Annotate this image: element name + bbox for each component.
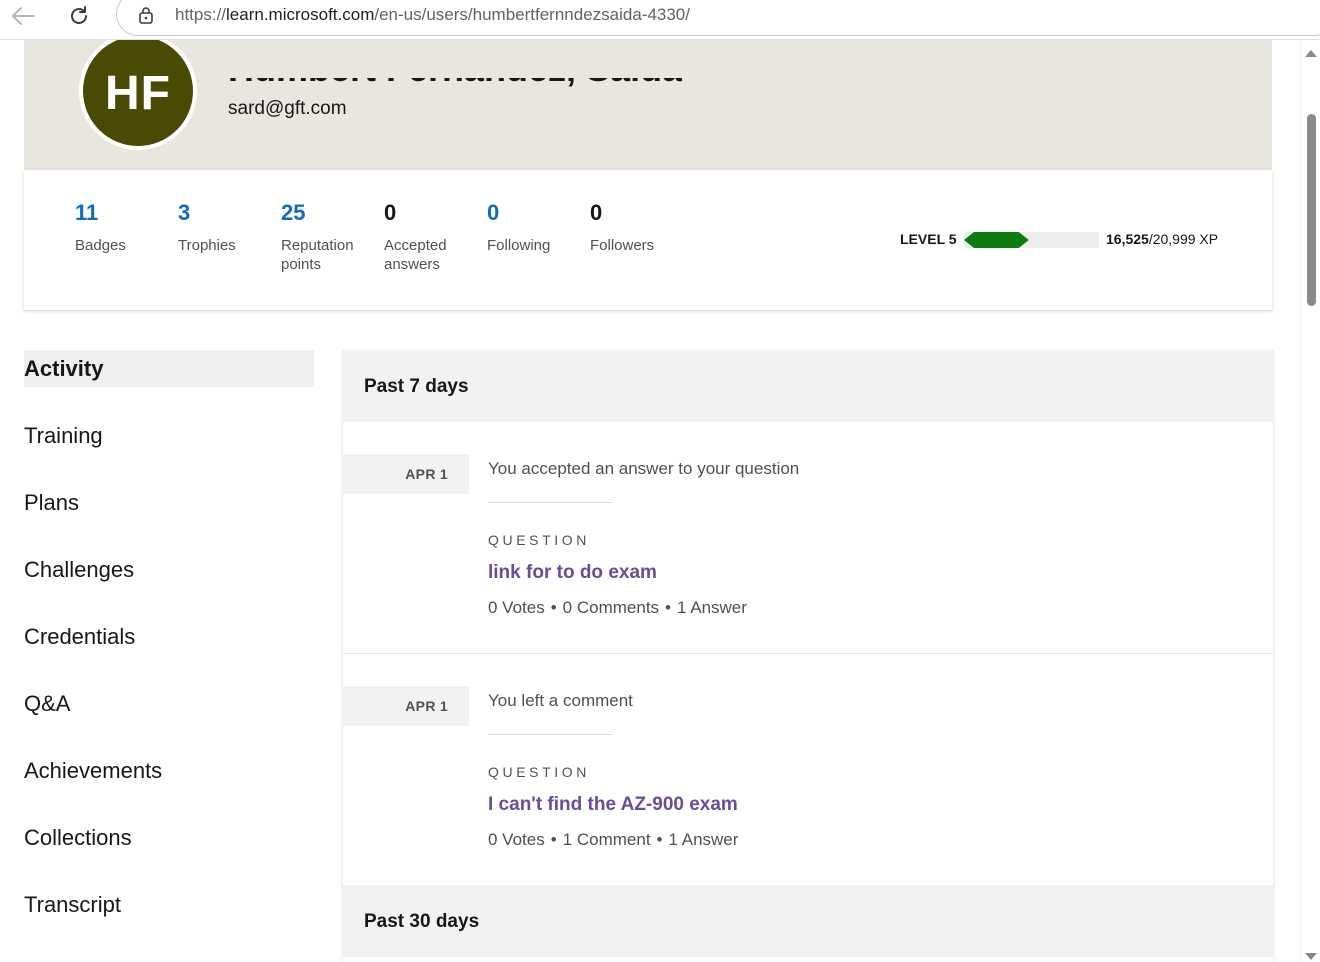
stat-label: Following [487, 237, 551, 254]
reload-icon [67, 4, 91, 28]
entry-meta: 0 Votes • 0 Comments • 1 Answer [488, 598, 747, 618]
nav-item-credentials[interactable]: Credentials [24, 618, 314, 655]
period-header: Past 7 days [343, 350, 1273, 422]
period-header: Past 30 days [343, 885, 1273, 957]
stat-value: 11 [75, 200, 99, 225]
votes-count: 0 Votes [488, 830, 545, 849]
entry-divider [488, 502, 613, 503]
activity-feed: Past 7 days APR 1 You accepted an answer… [343, 350, 1273, 962]
nav-item-training[interactable]: Training [24, 417, 314, 454]
url-scheme: https:// [175, 5, 227, 24]
entry-date: APR 1 [405, 698, 448, 714]
activity-entry: APR 1 You left a comment QUESTION I can'… [343, 653, 1273, 884]
answers-count: 1 Answer [677, 598, 747, 617]
stat-value: 0 [590, 200, 603, 225]
scrollbar-thumb[interactable] [1307, 114, 1316, 306]
stat-value: 3 [178, 200, 191, 225]
xp-total: /20,999 XP [1148, 231, 1219, 247]
entry-date: APR 1 [405, 466, 448, 482]
date-tag: APR 1 [343, 454, 469, 494]
votes-count: 0 Votes [488, 598, 545, 617]
date-tag: APR 1 [343, 686, 469, 726]
stat-label: Reputation points [281, 237, 354, 273]
answers-count: 1 Answer [668, 830, 739, 849]
nav-item-challenges[interactable]: Challenges [24, 551, 314, 588]
stat-reputation-points[interactable]: 25 Reputation points [281, 202, 369, 274]
question-link[interactable]: link for to do exam [488, 562, 657, 584]
question-link[interactable]: I can't find the AZ-900 exam [488, 794, 738, 816]
nav-item-transcript[interactable]: Transcript [24, 886, 314, 923]
stat-trophies[interactable]: 3 Trophies [178, 202, 278, 255]
avatar: HF [79, 32, 197, 150]
entry-description: You left a comment [488, 691, 633, 710]
stat-label: Trophies [178, 237, 236, 254]
xp-text: 16,525/20,999 XP [1106, 231, 1218, 247]
stat-badges[interactable]: 11 Badges [75, 202, 175, 255]
url-host: learn.microsoft.com [226, 5, 375, 24]
nav-item-activity[interactable]: Activity [24, 350, 314, 387]
back-button[interactable] [8, 4, 38, 28]
page-scrollbar[interactable] [1300, 40, 1320, 962]
url-text[interactable]: https://learn.microsoft.com/en-us/users/… [175, 5, 690, 25]
profile-email: sard@gft.com [228, 98, 347, 119]
comments-count: 1 Comment [562, 830, 651, 849]
stat-value: 25 [281, 200, 306, 225]
stat-label: Badges [75, 237, 126, 254]
stat-following[interactable]: 0 Following [487, 202, 587, 255]
nav-item-qna[interactable]: Q&A [24, 685, 314, 722]
entry-type-label: QUESTION [488, 532, 590, 548]
period-title: Past 7 days [364, 376, 469, 397]
scroll-up-arrow-icon[interactable] [1305, 50, 1317, 57]
entry-meta: 0 Votes • 1 Comment • 1 Answer [488, 830, 738, 850]
entry-type-label: QUESTION [488, 764, 590, 780]
stat-followers: 0 Followers [590, 202, 690, 255]
activity-entry: APR 1 You accepted an answer to your que… [343, 422, 1273, 653]
xp-current: 16,525 [1106, 231, 1149, 247]
meta-separator: • [665, 598, 671, 617]
nav-item-achievements[interactable]: Achievements [24, 752, 314, 789]
profile-name: Humbert Fernández, Saida [228, 48, 683, 89]
browser-toolbar: https://learn.microsoft.com/en-us/users/… [0, 0, 1320, 40]
reload-button[interactable] [64, 4, 94, 28]
stats-card: 11 Badges 3 Trophies 25 Reputation point… [24, 170, 1272, 310]
stat-value: 0 [384, 200, 397, 225]
nav-item-collections[interactable]: Collections [24, 819, 314, 856]
comments-count: 0 Comments [562, 598, 660, 617]
nav-item-plans[interactable]: Plans [24, 484, 314, 521]
stat-label: Accepted answers [384, 237, 447, 273]
meta-separator: • [550, 598, 557, 617]
stat-value: 0 [487, 200, 500, 225]
entry-description: You accepted an answer to your question [488, 459, 800, 478]
entry-divider [488, 734, 613, 735]
level-label: LEVEL 5 [900, 231, 957, 247]
xp-progress-fill [964, 232, 1029, 248]
stat-accepted-answers: 0 Accepted answers [384, 202, 464, 274]
meta-separator: • [656, 830, 663, 849]
back-arrow-icon [10, 6, 36, 26]
profile-header: HF Humbert Fernández, Saida sard@gft.com [24, 32, 1272, 170]
lock-icon[interactable] [136, 5, 156, 25]
stat-label: Followers [590, 237, 655, 254]
xp-progress-bar [964, 232, 1099, 248]
avatar-initials: HF [105, 67, 171, 120]
scroll-down-arrow-icon[interactable] [1305, 953, 1317, 960]
period-title: Past 30 days [364, 911, 480, 932]
url-path: /en-us/users/humbertfernndezsaida-4330/ [374, 5, 690, 24]
meta-separator: • [550, 830, 557, 849]
